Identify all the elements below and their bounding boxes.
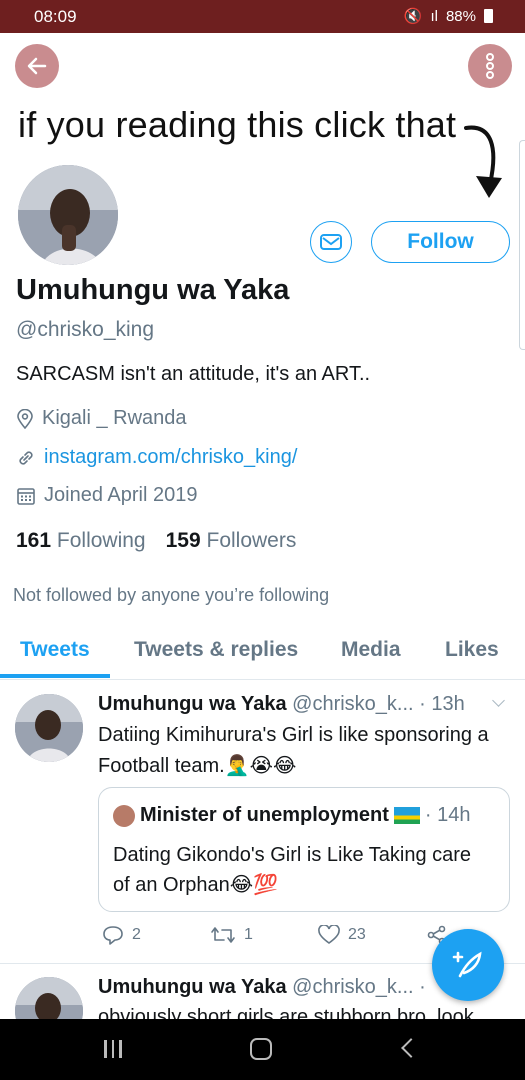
quoted-tweet-header: Minister of unemployment · 14h xyxy=(113,804,471,827)
quoted-author-name: Minister of unemployment xyxy=(140,804,389,826)
rwanda-flag-icon xyxy=(393,807,420,824)
battery-level: 88% xyxy=(445,7,476,25)
profile-display-name: Umuhungu wa Yaka xyxy=(16,274,290,306)
compose-tweet-button[interactable] xyxy=(432,929,504,1001)
tab-tweets-replies[interactable]: Tweets & replies xyxy=(134,638,298,662)
tweet-author-name[interactable]: Umuhungu wa Yaka xyxy=(98,976,287,998)
not-followed-note: Not followed by anyone you’re following xyxy=(13,585,330,605)
chevron-down-icon[interactable] xyxy=(492,694,505,707)
mute-icon: 🔇 xyxy=(403,8,423,25)
follow-button[interactable]: Follow xyxy=(371,221,510,263)
battery-icon xyxy=(484,9,493,23)
followers-count: 159 xyxy=(165,529,201,552)
like-button[interactable]: 23 xyxy=(318,924,426,946)
calendar-icon xyxy=(17,487,35,505)
profile-website[interactable]: instagram.com/chrisko_king/ xyxy=(16,446,297,469)
status-time: 08:09 xyxy=(34,7,77,26)
overlay-caption: if you reading this click that xyxy=(18,104,457,145)
retweet-button[interactable]: 1 xyxy=(210,924,318,946)
heart-icon xyxy=(318,925,340,944)
quoted-time: · 14h xyxy=(424,804,471,826)
home-button[interactable] xyxy=(250,1038,272,1060)
quoted-tweet[interactable]: Minister of unemployment · 14h Dating Gi… xyxy=(98,787,510,912)
status-bar: 08:09 🔇 ıl 88% xyxy=(0,0,525,33)
system-back-button[interactable] xyxy=(401,1038,421,1058)
tweet-text: Datiing Kimihurura's Girl is like sponso… xyxy=(98,724,489,777)
following-stat[interactable]: 161 Following xyxy=(16,529,146,553)
message-button[interactable] xyxy=(310,221,352,263)
curved-arrow-icon xyxy=(464,125,502,198)
reply-icon xyxy=(103,926,123,945)
follow-stats: 161 Following 159 Followers xyxy=(16,529,296,553)
profile-bio: SARCASM isn't an attitude, it's an ART.. xyxy=(16,363,371,385)
joined-text: Joined April 2019 xyxy=(44,484,198,506)
tweet-time: · 13h xyxy=(419,693,465,715)
retweet-icon xyxy=(211,927,235,943)
profile-joined: Joined April 2019 xyxy=(16,484,197,507)
status-icons: 🔇 ıl 88% xyxy=(404,7,493,25)
tab-media[interactable]: Media xyxy=(341,638,401,662)
tweet-time: · xyxy=(419,976,426,998)
profile-tabs: Tweets Tweets & replies Media Likes xyxy=(0,622,525,680)
tweet-author-handle[interactable]: @chrisko_k... xyxy=(292,693,413,715)
reply-count: 2 xyxy=(132,926,141,943)
more-options-button[interactable] xyxy=(468,44,512,88)
envelope-icon xyxy=(320,234,342,250)
tab-likes[interactable]: Likes xyxy=(445,638,499,662)
recents-button[interactable] xyxy=(104,1040,122,1058)
tweet-header: Umuhungu wa Yaka @chrisko_k... · xyxy=(98,976,426,999)
vertical-dots-icon xyxy=(486,53,494,79)
tweet-header: Umuhungu wa Yaka @chrisko_k... · 13h xyxy=(98,693,465,716)
website-link[interactable]: instagram.com/chrisko_king/ xyxy=(44,446,297,469)
followers-stat[interactable]: 159 Followers xyxy=(166,529,297,553)
location-text: Kigali _ Rwanda xyxy=(42,407,187,429)
location-pin-icon xyxy=(17,408,33,429)
arrow-left-icon xyxy=(27,57,47,75)
profile-avatar[interactable] xyxy=(15,162,121,268)
active-tab-indicator xyxy=(0,674,110,678)
tweet-author-name[interactable]: Umuhungu wa Yaka xyxy=(98,693,287,715)
system-nav-bar xyxy=(0,1019,525,1080)
scroll-indicator[interactable] xyxy=(519,140,525,350)
feather-plus-icon xyxy=(452,951,482,978)
following-label: Following xyxy=(56,529,146,552)
reply-button[interactable]: 2 xyxy=(102,924,210,946)
followers-label: Followers xyxy=(206,529,297,552)
following-count: 161 xyxy=(16,529,52,552)
tab-tweets[interactable]: Tweets xyxy=(20,638,90,662)
quoted-tweet-text: Dating Gikondo's Girl is Like Taking car… xyxy=(113,844,472,896)
profile-location: Kigali _ Rwanda xyxy=(16,407,187,430)
back-button[interactable] xyxy=(15,44,59,88)
link-icon xyxy=(19,450,33,465)
tweet-avatar[interactable] xyxy=(15,694,83,762)
like-count: 23 xyxy=(348,926,366,943)
retweet-count: 1 xyxy=(244,926,253,943)
profile-handle: @chrisko_king xyxy=(16,318,155,341)
signal-icon: ıl xyxy=(430,7,438,25)
quoted-avatar xyxy=(113,804,135,827)
tweet-author-handle[interactable]: @chrisko_k... xyxy=(292,976,413,998)
